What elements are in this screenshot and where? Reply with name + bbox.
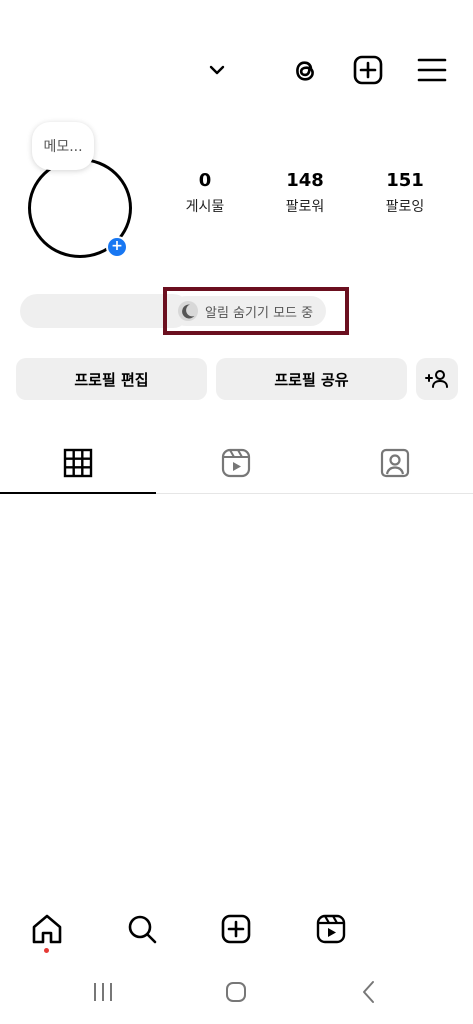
note-bubble[interactable]: 메모...	[32, 122, 94, 170]
followers-label: 팔로워	[285, 199, 325, 215]
back-icon[interactable]	[354, 978, 384, 1006]
reels-icon[interactable]	[314, 912, 348, 946]
recent-apps-icon[interactable]	[88, 978, 118, 1006]
posts-stat[interactable]: 0 게시물	[165, 170, 245, 216]
search-icon[interactable]	[125, 912, 159, 946]
highlight-box	[163, 287, 349, 335]
share-profile-button[interactable]: 프로필 공유	[216, 358, 407, 400]
add-person-button[interactable]	[416, 358, 458, 400]
active-tab-indicator	[0, 492, 156, 494]
create-icon[interactable]	[219, 912, 253, 946]
edit-profile-button[interactable]: 프로필 편집	[16, 358, 207, 400]
following-stat[interactable]: 151 팔로잉	[365, 170, 445, 216]
menu-icon[interactable]	[414, 52, 450, 88]
add-story-badge[interactable]: +	[106, 236, 128, 258]
following-count: 151	[386, 170, 424, 191]
followers-count: 148	[286, 170, 324, 191]
grid-icon[interactable]	[61, 446, 95, 480]
posts-count: 0	[198, 170, 212, 191]
add-person-icon	[425, 370, 448, 388]
home-icon[interactable]	[30, 912, 64, 946]
reels-icon[interactable]	[219, 446, 253, 480]
create-icon[interactable]	[350, 52, 386, 88]
threads-icon[interactable]	[287, 52, 323, 88]
following-label: 팔로잉	[385, 199, 425, 215]
tagged-icon[interactable]	[378, 446, 412, 480]
chevron-down-icon[interactable]	[204, 58, 230, 82]
notification-dot	[44, 948, 49, 953]
followers-stat[interactable]: 148 팔로워	[265, 170, 345, 216]
system-home-icon[interactable]	[221, 978, 251, 1006]
posts-label: 게시물	[185, 199, 225, 215]
